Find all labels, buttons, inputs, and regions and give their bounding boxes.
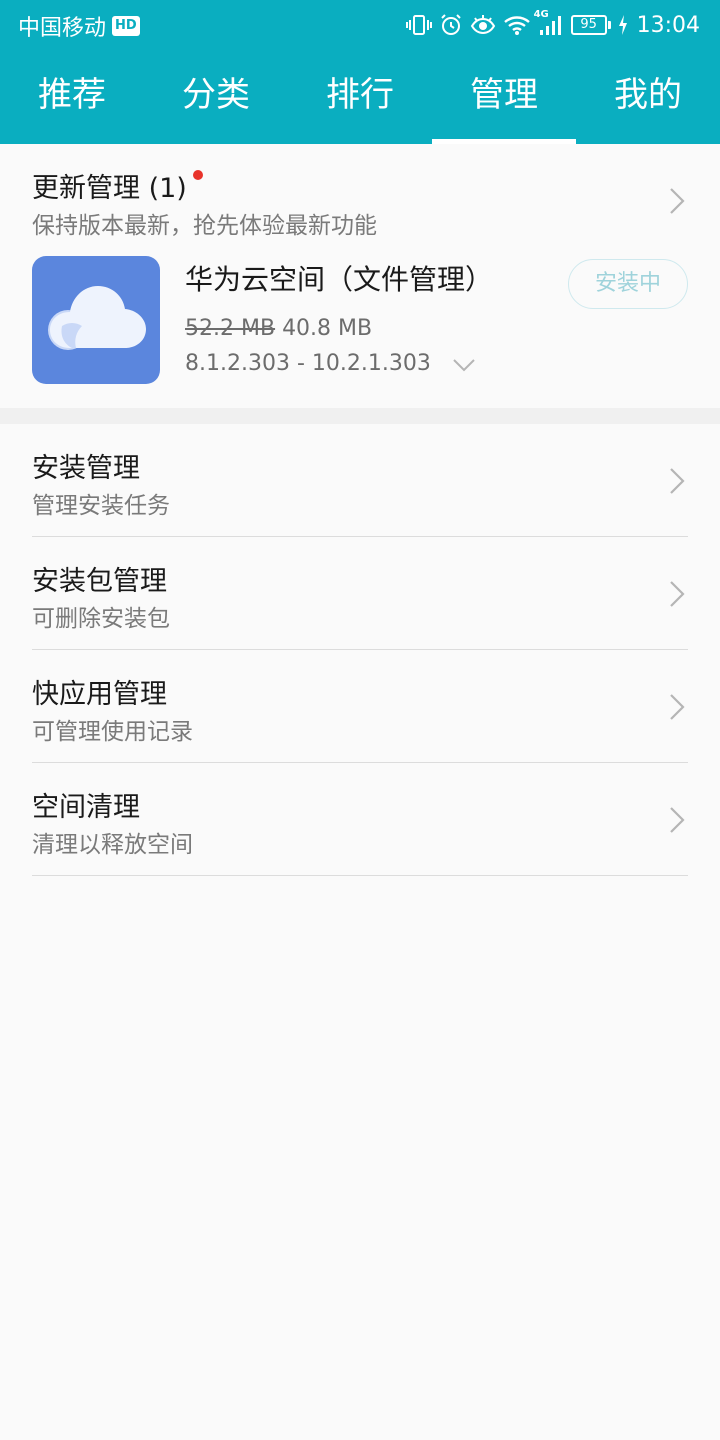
hd-badge: HD bbox=[112, 16, 140, 36]
menu-item-package-management[interactable]: 安装包管理 可删除安装包 bbox=[0, 537, 720, 650]
app-header: 中国移动 HD 4G 95 13:04 推荐 分类 排行 管理 我的 bbox=[0, 0, 720, 144]
network-type: 4G bbox=[533, 9, 549, 20]
new-size: 40.8 MB bbox=[282, 316, 373, 341]
tab-categories[interactable]: 分类 bbox=[144, 50, 288, 144]
menu-item-title: 快应用管理 bbox=[32, 679, 167, 710]
cell-signal-icon: 4G bbox=[534, 9, 564, 37]
chevron-right-icon bbox=[670, 188, 685, 214]
app-name: 华为云空间（文件管理） bbox=[185, 263, 494, 296]
charging-icon bbox=[618, 15, 628, 35]
menu-item-title: 安装管理 bbox=[32, 453, 140, 484]
update-management-subtitle: 保持版本最新，抢先体验最新功能 bbox=[32, 213, 377, 239]
tab-rankings[interactable]: 排行 bbox=[288, 50, 432, 144]
alarm-icon bbox=[439, 13, 463, 37]
menu-item-subtitle: 清理以释放空间 bbox=[32, 832, 193, 858]
section-divider bbox=[0, 408, 720, 424]
status-icons: 4G 95 13:04 bbox=[405, 8, 700, 42]
update-management-title: 更新管理 (1) bbox=[32, 166, 203, 205]
chevron-down-icon[interactable] bbox=[452, 358, 476, 372]
vibrate-icon bbox=[405, 13, 432, 37]
menu-item-quick-app-management[interactable]: 快应用管理 可管理使用记录 bbox=[0, 650, 720, 763]
app-version: 8.1.2.303 - 10.2.1.303 bbox=[185, 351, 431, 376]
chevron-right-icon bbox=[670, 468, 685, 494]
management-menu: 安装管理 管理安装任务 安装包管理 可删除安装包 快应用管理 可管理使用记录 空… bbox=[0, 424, 720, 876]
menu-item-subtitle: 可管理使用记录 bbox=[32, 719, 193, 745]
update-management-label: 更新管理 bbox=[32, 173, 140, 204]
clock: 13:04 bbox=[636, 12, 700, 38]
menu-item-install-management[interactable]: 安装管理 管理安装任务 bbox=[0, 424, 720, 537]
tab-recommend[interactable]: 推荐 bbox=[0, 50, 144, 144]
menu-item-subtitle: 管理安装任务 bbox=[32, 493, 170, 519]
cloud-icon bbox=[48, 286, 146, 350]
menu-item-title: 空间清理 bbox=[32, 792, 140, 823]
chevron-right-icon bbox=[670, 581, 685, 607]
update-management-row[interactable]: 更新管理 (1) 保持版本最新，抢先体验最新功能 bbox=[0, 144, 720, 244]
notification-dot bbox=[192, 170, 203, 180]
wifi-icon bbox=[503, 14, 531, 36]
top-tabs: 推荐 分类 排行 管理 我的 bbox=[0, 50, 720, 144]
update-management-section: 更新管理 (1) 保持版本最新，抢先体验最新功能 华为云空间（文件管理） 52.… bbox=[0, 144, 720, 408]
chevron-right-icon bbox=[670, 694, 685, 720]
status-bar: 中国移动 HD 4G 95 13:04 bbox=[0, 0, 720, 50]
app-size: 52.2 MB 40.8 MB bbox=[185, 316, 372, 341]
cloud-app-icon[interactable] bbox=[32, 256, 160, 384]
battery-icon: 95 bbox=[570, 15, 611, 35]
update-count: (1) bbox=[148, 173, 187, 204]
old-size: 52.2 MB bbox=[185, 316, 276, 341]
tab-mine[interactable]: 我的 bbox=[576, 50, 720, 144]
menu-item-title: 安装包管理 bbox=[32, 566, 167, 597]
battery-level: 95 bbox=[570, 15, 607, 35]
carrier-info: 中国移动 HD bbox=[18, 10, 140, 42]
installing-button[interactable]: 安装中 bbox=[568, 259, 688, 309]
menu-item-subtitle: 可删除安装包 bbox=[32, 606, 170, 632]
menu-item-storage-cleanup[interactable]: 空间清理 清理以释放空间 bbox=[0, 763, 720, 876]
eye-comfort-icon bbox=[470, 14, 496, 36]
divider bbox=[32, 875, 688, 876]
carrier-name: 中国移动 bbox=[18, 16, 107, 41]
chevron-right-icon bbox=[670, 807, 685, 833]
tab-manage[interactable]: 管理 bbox=[432, 50, 576, 144]
